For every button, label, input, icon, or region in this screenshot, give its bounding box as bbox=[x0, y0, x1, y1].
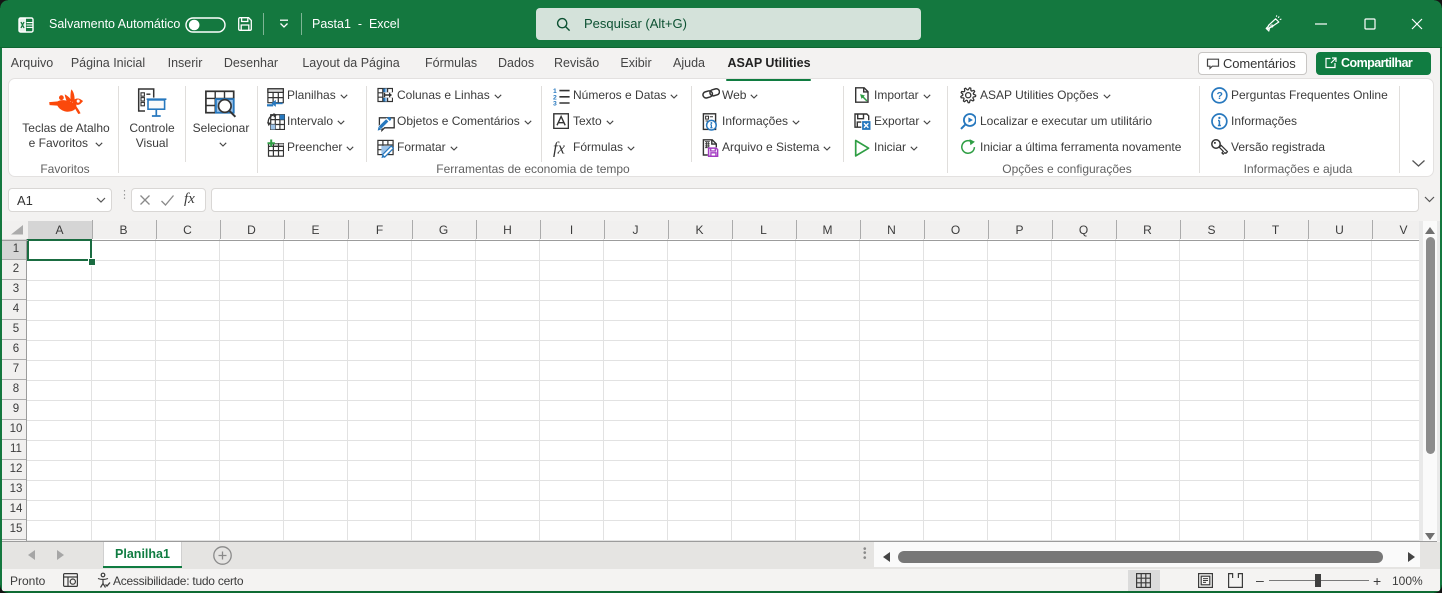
svg-text:fx: fx bbox=[553, 139, 566, 158]
svg-text:?: ? bbox=[1217, 90, 1223, 102]
svg-text:3: 3 bbox=[553, 101, 557, 106]
